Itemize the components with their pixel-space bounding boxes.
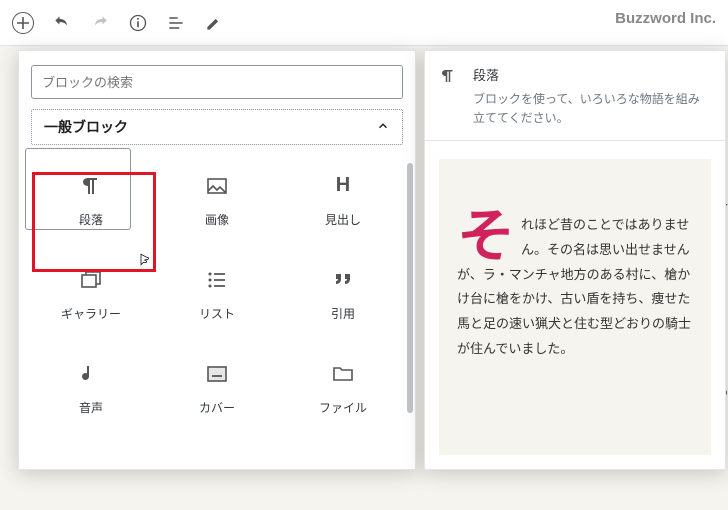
cover-icon xyxy=(205,361,229,387)
block-label: 画像 xyxy=(205,211,229,228)
block-label: 段落 xyxy=(79,211,103,228)
paragraph-icon xyxy=(439,65,459,128)
redo-icon xyxy=(90,13,110,33)
block-cover[interactable]: カバー xyxy=(163,341,271,435)
block-label: ファイル xyxy=(319,399,367,416)
heading-icon: H xyxy=(336,173,350,199)
plus-icon xyxy=(13,13,33,33)
outline-button[interactable] xyxy=(166,13,186,33)
scrollbar-track[interactable] xyxy=(405,51,415,469)
list-icon xyxy=(205,267,229,293)
block-list[interactable]: リスト xyxy=(163,247,271,341)
file-icon xyxy=(331,361,355,387)
info-button[interactable] xyxy=(128,13,148,33)
preview-dropcap: そ xyxy=(457,213,521,261)
block-inserter: 一般ブロック 段落 画像 H 見出し xyxy=(18,50,416,470)
image-icon xyxy=(205,173,229,199)
sidebar-header: 段落 ブロックを使って、いろいろな物語を組み立ててください。 xyxy=(425,51,725,141)
block-label: 引用 xyxy=(331,305,355,322)
paragraph-icon xyxy=(79,173,103,199)
edit-button[interactable] xyxy=(204,13,224,33)
redo-button[interactable] xyxy=(90,13,110,33)
block-paragraph[interactable]: 段落 xyxy=(37,153,145,247)
quote-icon xyxy=(331,267,355,293)
block-audio[interactable]: 音声 xyxy=(37,341,145,435)
sidebar-block-title: 段落 xyxy=(473,65,711,84)
block-label: 音声 xyxy=(79,399,103,416)
block-quote[interactable]: 引用 xyxy=(289,247,397,341)
sidebar-header-text: 段落 ブロックを使って、いろいろな物語を組み立ててください。 xyxy=(473,65,711,128)
audio-icon xyxy=(79,361,103,387)
chevron-up-icon xyxy=(376,119,390,136)
section-title: 一般ブロック xyxy=(44,117,128,137)
outline-icon xyxy=(166,13,186,33)
block-search-input[interactable] xyxy=(31,65,403,99)
pencil-icon xyxy=(204,13,224,33)
search-wrap xyxy=(19,51,415,109)
block-image[interactable]: 画像 xyxy=(163,153,271,247)
brand-label: Buzzword Inc. xyxy=(615,10,716,27)
block-label: ギャラリー xyxy=(61,305,121,322)
block-sidebar: 段落 ブロックを使って、いろいろな物語を組み立ててください。 そ れほど昔のこと… xyxy=(424,50,726,470)
block-gallery[interactable]: ギャラリー xyxy=(37,247,145,341)
block-grid: 段落 画像 H 見出し ギャラリー xyxy=(19,145,415,435)
add-block-button[interactable] xyxy=(12,12,34,34)
sidebar-block-desc: ブロックを使って、いろいろな物語を組み立ててください。 xyxy=(473,90,711,128)
block-label: カバー xyxy=(199,399,235,416)
section-common-blocks[interactable]: 一般ブロック xyxy=(31,109,403,145)
undo-button[interactable] xyxy=(52,13,72,33)
block-file[interactable]: ファイル xyxy=(289,341,397,435)
page-root: 段 た 帰 Buzzword Inc. 一般ブロック xyxy=(0,0,728,510)
block-label: リスト xyxy=(199,305,235,322)
block-label: 見出し xyxy=(325,211,361,228)
sidebar-preview: そ れほど昔のことではありません。その名は思い出せませんが、ラ・マンチャ地方のあ… xyxy=(439,159,711,455)
scrollbar-thumb[interactable] xyxy=(407,163,413,413)
undo-icon xyxy=(52,13,72,33)
info-icon xyxy=(128,13,148,33)
editor-toolbar: Buzzword Inc. xyxy=(0,0,728,46)
block-heading[interactable]: H 見出し xyxy=(289,153,397,247)
gallery-icon xyxy=(79,267,103,293)
